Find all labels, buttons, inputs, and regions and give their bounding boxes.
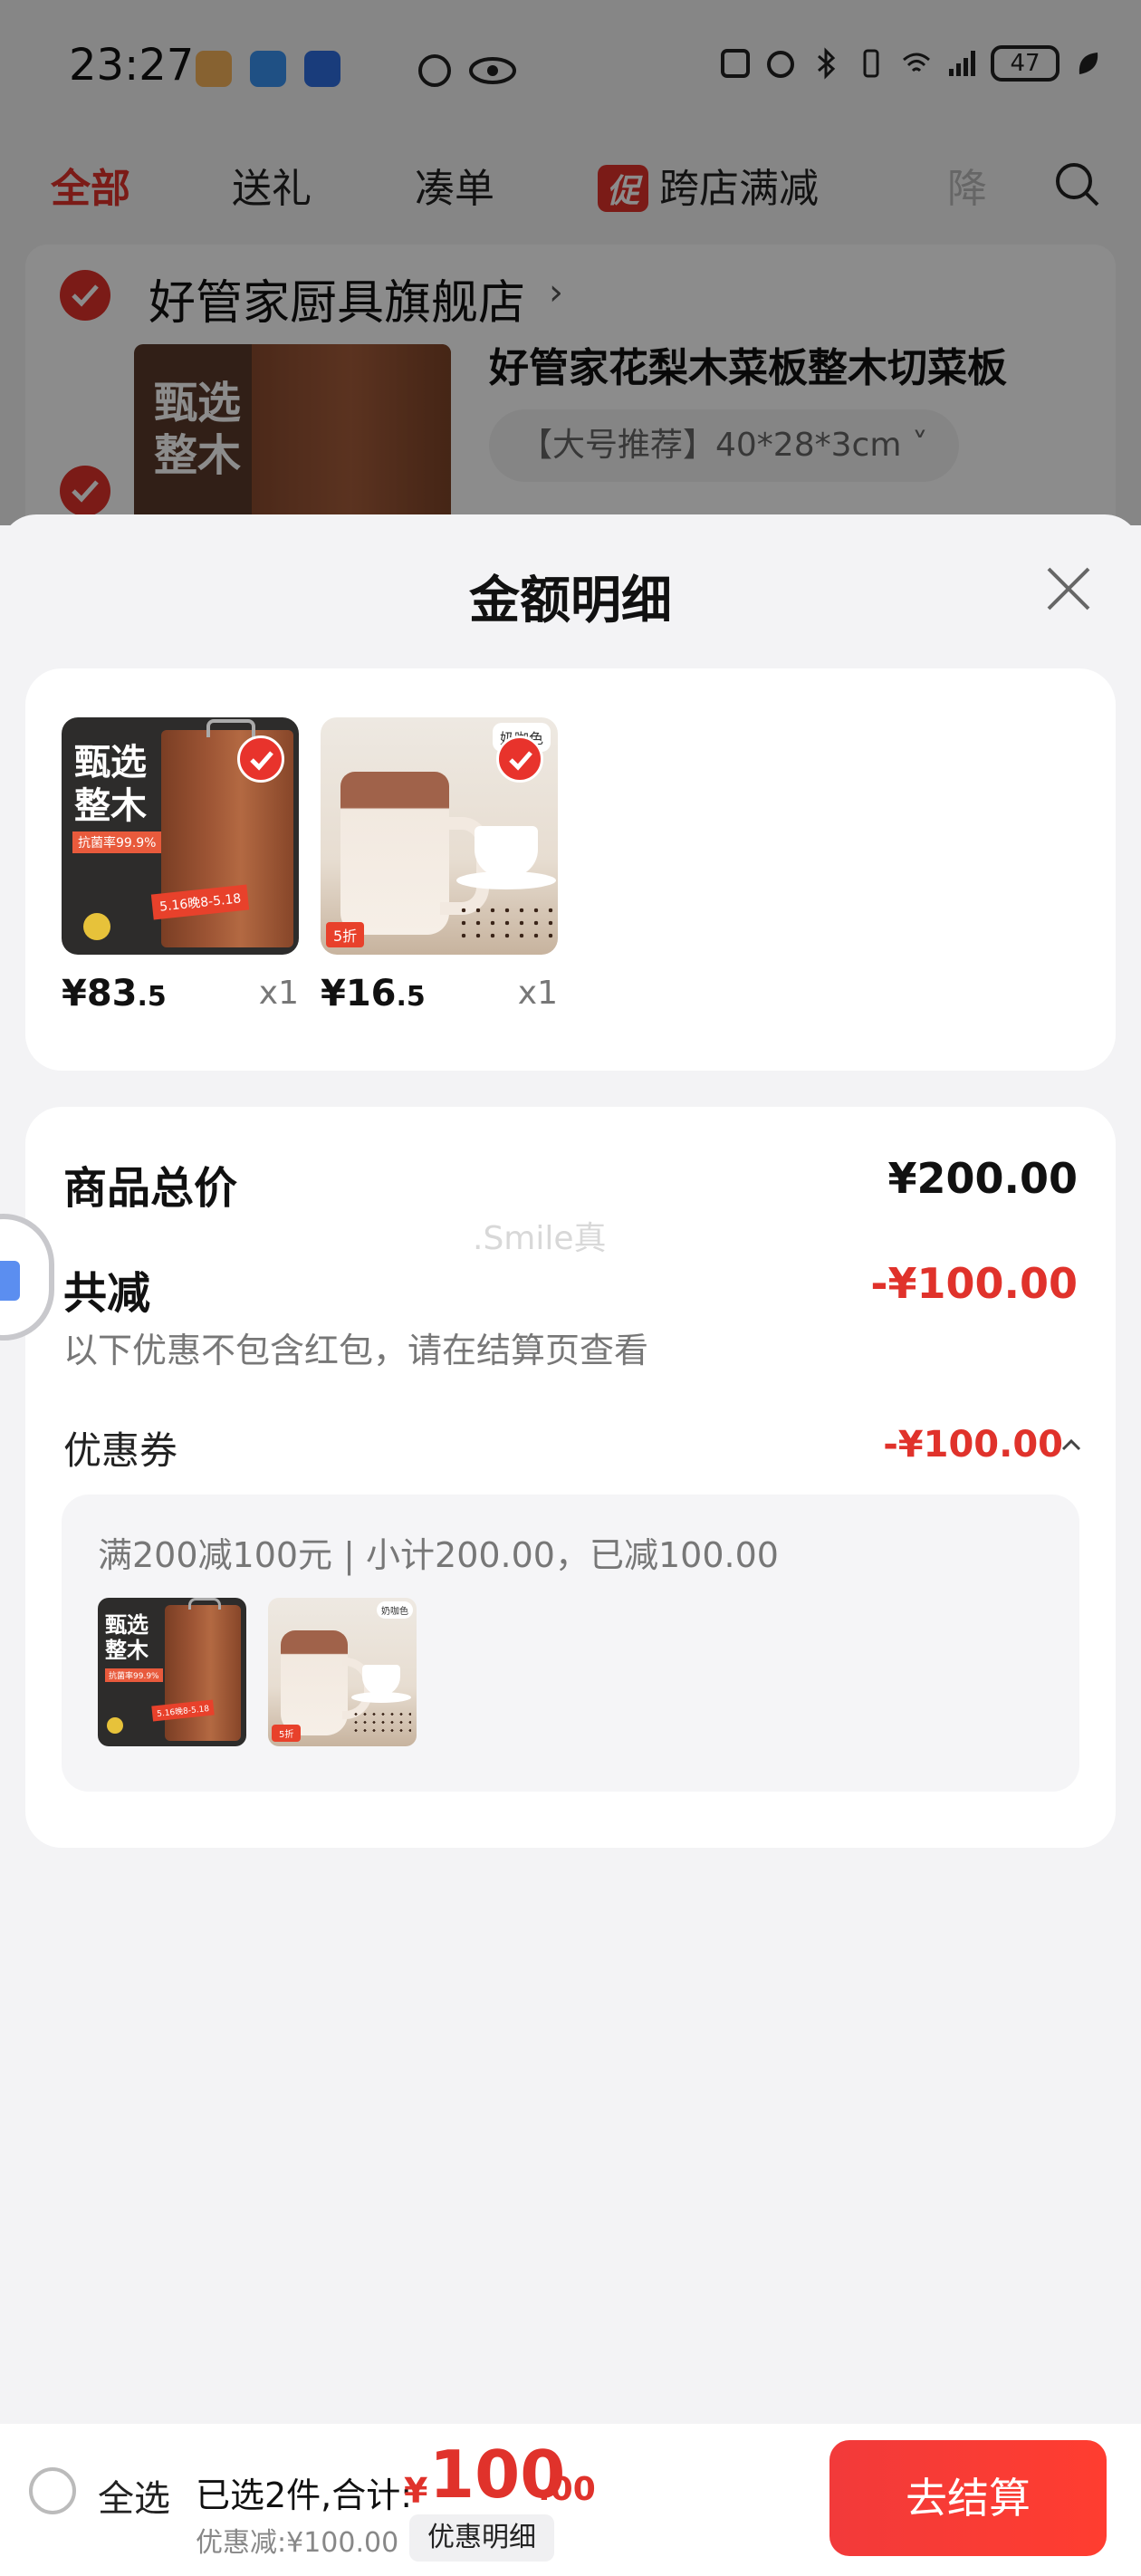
bottom-discount-note: 优惠减:¥100.00 [196,2527,399,2559]
price-summary-card: 商品总价 ¥200.00 .Smile真 共减 -¥100.00 以下优惠不包含… [25,1107,1116,1848]
price-dec: .5 [137,981,167,1013]
image-tag: 奶咖色 [377,1601,413,1619]
coupon-value[interactable]: -¥100.00 [883,1424,1063,1466]
cup-shape [475,826,538,877]
product-item[interactable]: 奶咖色 5折 ¥16.5 x1 [321,717,558,1014]
total-decimals: .00 [538,2471,596,2508]
modal-overlay[interactable] [0,0,1141,525]
sheet-title: 金额明细 [469,572,672,630]
coupon-detail-box: 满200减100元 | 小计200.00，已减100.00 甄选整木 抗菌率99… [62,1495,1079,1792]
total-currency: ¥ [404,2471,428,2511]
checkout-button[interactable]: 去结算 [829,2440,1107,2556]
background-page: 23:27 47 全部 送礼 凑单 促跨店满减 降 好管家厨具旗舰店 › 甄选整… [0,0,1141,543]
image-tag: 抗菌率99.9% [72,831,162,853]
check-icon [250,751,273,771]
select-all-label[interactable]: 全选 [98,2469,170,2522]
assistant-icon [0,1261,20,1301]
image-text: 甄选整木 [105,1611,149,1663]
saucer-shape [351,1692,411,1703]
discount-value: -¥100.00 [870,1259,1078,1308]
discount-note: 以下优惠不包含红包，请在结算页查看 [63,1331,649,1370]
lemon-shape [107,1717,123,1734]
product-qty: x1 [517,975,558,1012]
mug-image: 奶咖色 5折 [321,717,558,955]
product-qty: x1 [258,975,299,1012]
product-item[interactable]: 甄选整木 抗菌率99.9% 5.16晚8-5.18 ¥83.5 x1 [62,717,299,1014]
product-price: ¥83.5 [62,973,167,1014]
total-label: 商品总价 [63,1163,238,1214]
coffee-beans [351,1710,411,1734]
select-all-checkbox[interactable] [29,2467,76,2514]
saucer-shape [456,871,556,889]
coupon-desc: 满200减100元 | 小计200.00，已减100.00 [98,1535,779,1575]
image-promo: 5折 [326,922,365,947]
selected-products-card: 甄选整木 抗菌率99.9% 5.16晚8-5.18 ¥83.5 x1 奶咖色 5… [25,668,1116,1071]
mug-shape [281,1630,348,1735]
mug-shape [340,772,449,935]
coffee-beans [456,904,556,940]
product-price: ¥16.5 [321,973,426,1014]
total-value: ¥200.00 [887,1154,1078,1203]
coupon-label[interactable]: 优惠券 [63,1420,177,1475]
coupon-product-thumb: 奶咖色 5折 [268,1598,417,1746]
discount-label: 共减 [63,1268,151,1319]
discount-detail-button[interactable]: 优惠明细 [409,2514,554,2562]
amount-detail-sheet: 金额明细 甄选整木 抗菌率99.9% 5.16晚8-5.18 ¥83.5 x1 [0,514,1141,2576]
image-text: 甄选整木 [74,741,147,827]
board-shape [165,1605,241,1741]
board-handle [206,719,255,737]
coupon-product-thumb: 甄选整木 抗菌率99.9% 5.16晚8-5.18 [98,1598,246,1746]
check-icon [509,751,532,771]
price-int: ¥16 [321,973,397,1014]
selected-check-icon [237,735,284,783]
image-promo: 5折 [272,1725,302,1742]
price-int: ¥83 [62,973,138,1014]
price-dec: .5 [396,981,426,1013]
checkout-bar: 全选 已选2件,合计: ¥ 100 .00 优惠减:¥100.00 优惠明细 去… [0,2424,1141,2576]
chevron-up-icon[interactable] [1060,1433,1083,1456]
image-tag: 抗菌率99.9% [105,1668,163,1682]
close-icon[interactable] [1041,562,1096,616]
lemon-shape [83,913,110,940]
cup-shape [362,1665,400,1696]
board-handle [188,1598,221,1610]
selected-check-icon [496,735,543,783]
cutting-board-image: 甄选整木 抗菌率99.9% 5.16晚8-5.18 [62,717,299,955]
selected-count: 已选2件,合计: [196,2475,413,2515]
watermark: .Smile真 [473,1220,607,1257]
